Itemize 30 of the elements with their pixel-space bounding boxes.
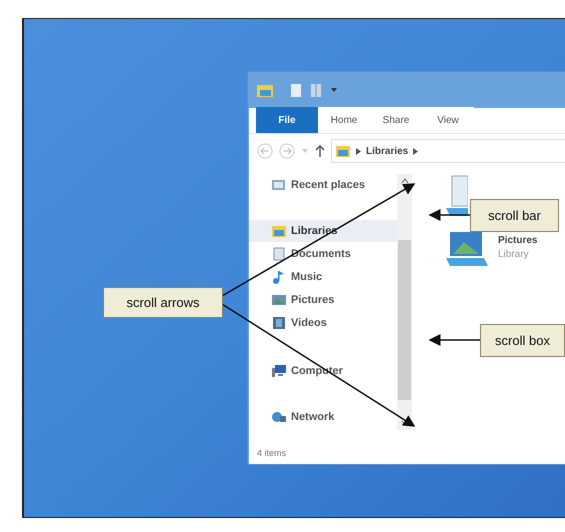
dropdown-caret-icon[interactable] [330, 87, 338, 93]
ribbon-tab[interactable]: File [256, 107, 318, 133]
recent-places-icon [271, 178, 287, 192]
nav-item[interactable]: Recent places [249, 174, 397, 196]
up-arrow-icon[interactable] [315, 145, 325, 157]
computer-icon [271, 364, 287, 378]
folder-icon [271, 224, 287, 238]
breadcrumb-arrow-icon [413, 148, 418, 154]
nav-item[interactable]: Pictures [249, 289, 397, 311]
status-bar-text: 4 items [257, 447, 286, 460]
library-name: Pictures [498, 234, 538, 248]
leader-line [428, 334, 480, 346]
callout-label: scroll arrows [103, 287, 223, 318]
address-bar[interactable]: Libraries [331, 139, 565, 163]
library-type: Library [498, 248, 530, 262]
document-icon [271, 247, 287, 261]
scroll-bar[interactable] [397, 174, 412, 430]
breadcrumb-arrow-icon [356, 148, 361, 154]
callout-label: scroll bar [470, 199, 559, 232]
nav-item[interactable]: Documents [249, 243, 397, 265]
film-icon [271, 316, 287, 330]
nav-item[interactable]: Network [249, 406, 397, 428]
callout-label: scroll box [480, 324, 565, 357]
folder-icon [335, 144, 351, 158]
breadcrumb[interactable]: Libraries [366, 144, 408, 158]
nav-item[interactable]: Music [249, 266, 397, 288]
leader-line [428, 209, 470, 221]
network-icon [271, 410, 287, 424]
nav-item[interactable]: Videos [249, 312, 397, 334]
picture-icon [271, 293, 287, 307]
